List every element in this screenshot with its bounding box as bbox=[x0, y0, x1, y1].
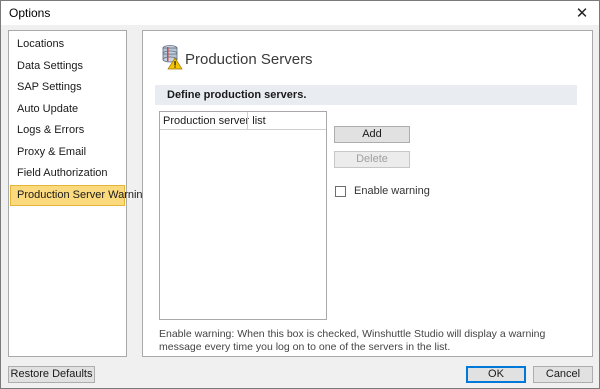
production-server-list[interactable]: Production server list bbox=[159, 111, 327, 320]
sidebar-item-proxy-email[interactable]: Proxy & Email bbox=[9, 142, 126, 164]
section-title: Define production servers. bbox=[167, 89, 307, 101]
title-bar: Options ✕ bbox=[1, 1, 599, 25]
sidebar-item-sap-settings[interactable]: SAP Settings bbox=[9, 77, 126, 99]
options-dialog: Options ✕ Locations Data Settings SAP Se… bbox=[0, 0, 600, 389]
enable-warning-option[interactable]: Enable warning bbox=[335, 184, 430, 198]
help-text: Enable warning: When this box is checked… bbox=[159, 328, 546, 353]
sidebar-item-data-settings[interactable]: Data Settings bbox=[9, 56, 126, 78]
enable-warning-checkbox[interactable] bbox=[335, 185, 346, 197]
enable-warning-label[interactable]: Enable warning bbox=[354, 185, 430, 197]
list-column-header-label: Production server list bbox=[163, 115, 266, 127]
list-column-header[interactable]: Production server list bbox=[160, 112, 326, 130]
column-separator[interactable] bbox=[247, 112, 248, 129]
database-warning-icon bbox=[162, 45, 183, 70]
restore-defaults-button[interactable]: Restore Defaults bbox=[8, 366, 95, 383]
cancel-button[interactable]: Cancel bbox=[533, 366, 593, 383]
ok-button[interactable]: OK bbox=[466, 366, 526, 383]
sidebar-item-auto-update[interactable]: Auto Update bbox=[9, 99, 126, 121]
sidebar-item-field-authorization[interactable]: Field Authorization bbox=[9, 163, 126, 185]
sidebar-item-locations[interactable]: Locations bbox=[9, 34, 126, 56]
sidebar-item-logs-errors[interactable]: Logs & Errors bbox=[9, 120, 126, 142]
close-icon[interactable]: ✕ bbox=[565, 1, 599, 25]
window-title: Options bbox=[9, 6, 51, 20]
sidebar-item-production-server-warning[interactable]: Production Server Warning bbox=[10, 184, 149, 206]
page-title: Production Servers bbox=[185, 51, 313, 68]
section-header: Define production servers. bbox=[155, 85, 577, 105]
add-button[interactable]: Add bbox=[334, 126, 410, 143]
settings-panel: Production Servers Define production ser… bbox=[142, 30, 593, 357]
options-sidebar: Locations Data Settings SAP Settings Aut… bbox=[8, 30, 149, 357]
delete-button[interactable]: Delete bbox=[334, 151, 410, 168]
